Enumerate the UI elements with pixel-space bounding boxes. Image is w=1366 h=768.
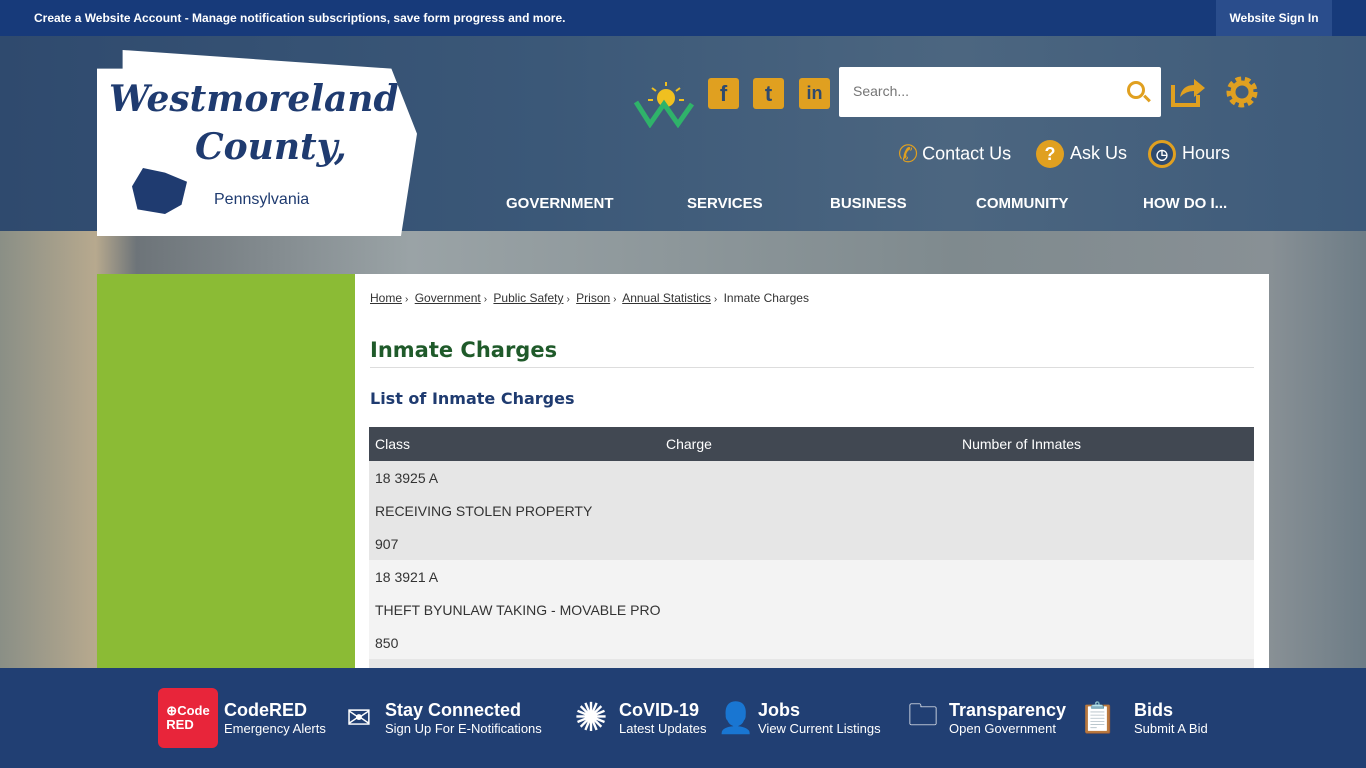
footer-transparency[interactable]: 🗀 Transparency Open Government bbox=[897, 688, 1066, 748]
footer-bar: ⊕Code RED CodeRED Emergency Alerts ✉ Stay … bbox=[0, 668, 1366, 768]
top-bar: Create a Website Account - Manage notifi… bbox=[0, 0, 1366, 36]
header-class: Class bbox=[369, 427, 660, 461]
nav-services[interactable]: SERVICES bbox=[687, 195, 763, 212]
footer-jobs[interactable]: 👤 Jobs View Current Listings bbox=[717, 688, 881, 748]
table-row: THEFT BYUNLAW TAKING - MOVABLE PRO bbox=[369, 593, 1254, 626]
contact-us-link[interactable]: ✆ Contact Us bbox=[898, 140, 1011, 169]
phone-icon: ✆ bbox=[898, 141, 919, 168]
header-number-of-inmates: Number of Inmates bbox=[956, 427, 1254, 461]
footer-title: Transparency bbox=[949, 700, 1067, 720]
cell-class: 18 3921 A bbox=[369, 560, 1254, 593]
county-shape-icon bbox=[132, 168, 187, 214]
cell-count: 907 bbox=[369, 527, 1254, 560]
footer-stay-connected[interactable]: ✉ Stay Connected Sign Up For E-Notificati… bbox=[337, 688, 542, 748]
nav-business[interactable]: BUSINESS bbox=[830, 195, 907, 212]
virus-icon: ✺ bbox=[574, 696, 608, 740]
cell-count: 850 bbox=[369, 626, 1254, 659]
logo-text: Westmoreland bbox=[109, 78, 399, 120]
breadcrumb-government[interactable]: Government bbox=[415, 291, 481, 305]
table-row bbox=[369, 659, 1254, 668]
search-input[interactable] bbox=[853, 83, 1103, 99]
breadcrumb: Home › Government › Public Safety › Prison ›… bbox=[370, 291, 809, 305]
footer-title: Jobs bbox=[758, 700, 801, 720]
twitter-icon[interactable]: t bbox=[753, 78, 784, 109]
footer-subtitle: Open Government bbox=[949, 721, 1056, 736]
footer-subtitle: Latest Updates bbox=[619, 721, 707, 736]
facebook-icon[interactable]: f bbox=[708, 78, 739, 109]
logo-text: Pennsylvania bbox=[214, 191, 310, 208]
clock-icon: ◷ bbox=[1148, 140, 1176, 168]
anniversary-logo-icon[interactable] bbox=[634, 80, 694, 128]
share-icon[interactable] bbox=[1170, 75, 1206, 107]
cell-charge: THEFT BYUNLAW TAKING - MOVABLE PRO bbox=[369, 593, 1254, 626]
breadcrumb-prison[interactable]: Prison bbox=[576, 291, 610, 305]
county-logo[interactable]: Westmoreland County, Pennsylvania bbox=[97, 50, 417, 236]
ask-us-label: Ask Us bbox=[1070, 142, 1128, 163]
clipboard-icon: 📋 bbox=[1079, 701, 1117, 735]
footer-subtitle: Submit A Bid bbox=[1134, 721, 1208, 736]
cell-class: 18 3925 A bbox=[369, 461, 1254, 494]
page-subtitle: List of Inmate Charges bbox=[370, 389, 575, 408]
page-title: Inmate Charges bbox=[370, 338, 1254, 368]
nav-how-do-i[interactable]: HOW DO I... bbox=[1143, 195, 1227, 212]
table-row: 850 bbox=[369, 626, 1254, 659]
gear-icon[interactable] bbox=[1225, 75, 1259, 109]
footer-subtitle: View Current Listings bbox=[758, 721, 881, 736]
footer-bids[interactable]: 📋 Bids Submit A Bid bbox=[1076, 688, 1208, 748]
person-icon: 👤 bbox=[717, 701, 755, 735]
cell-charge: RECEIVING STOLEN PROPERTY bbox=[369, 494, 1254, 527]
footer-covid[interactable]: ✺ CoVID-19 Latest Updates bbox=[563, 688, 706, 748]
create-account-link[interactable]: Create a Website Account - Manage notifi… bbox=[34, 11, 565, 25]
nav-government[interactable]: GOVERNMENT bbox=[506, 195, 614, 212]
table-row: 907 bbox=[369, 527, 1254, 560]
footer-subtitle: Sign Up For E-Notifications bbox=[385, 721, 542, 736]
hours-label: Hours bbox=[1182, 142, 1231, 163]
header-charge: Charge bbox=[660, 427, 956, 461]
footer-title: Stay Connected bbox=[385, 700, 522, 720]
breadcrumb-annual-statistics[interactable]: Annual Statistics bbox=[622, 291, 711, 305]
breadcrumb-home[interactable]: Home bbox=[370, 291, 402, 305]
footer-subtitle: Emergency Alerts bbox=[224, 721, 326, 736]
table-row: RECEIVING STOLEN PROPERTY bbox=[369, 494, 1254, 527]
inmate-charges-table: Class Charge Number of Inmates 18 3925 A… bbox=[369, 427, 1254, 668]
codered-icon: ⊕Code RED bbox=[158, 688, 218, 748]
table-row: 18 3921 A bbox=[369, 560, 1254, 593]
question-icon: ? bbox=[1036, 140, 1064, 168]
search-icon[interactable] bbox=[1127, 81, 1145, 99]
table-header: Class Charge Number of Inmates bbox=[369, 427, 1254, 461]
sidebar bbox=[97, 274, 355, 668]
footer-title: CodeRED bbox=[224, 700, 308, 720]
breadcrumb-public-safety[interactable]: Public Safety bbox=[493, 291, 563, 305]
search-box bbox=[839, 67, 1161, 117]
linkedin-icon[interactable]: in bbox=[799, 78, 830, 109]
main-content: Home › Government › Public Safety › Prison ›… bbox=[355, 274, 1269, 668]
contact-us-label: Contact Us bbox=[922, 143, 1012, 164]
envelope-icon: ✉ bbox=[346, 701, 372, 735]
footer-title: Bids bbox=[1134, 700, 1174, 720]
hours-link[interactable]: ◷ Hours bbox=[1148, 140, 1230, 168]
ask-us-link[interactable]: ? Ask Us bbox=[1036, 140, 1127, 168]
website-sign-in-button[interactable]: Website Sign In bbox=[1216, 0, 1332, 36]
footer-codered[interactable]: ⊕Code RED CodeRED Emergency Alerts bbox=[158, 688, 326, 748]
footer-title: CoVID-19 bbox=[619, 700, 700, 720]
nav-community[interactable]: COMMUNITY bbox=[976, 195, 1069, 212]
breadcrumb-current: Inmate Charges bbox=[723, 291, 809, 305]
logo-text: County, bbox=[195, 126, 347, 168]
table-row: 18 3925 A bbox=[369, 461, 1254, 494]
folder-search-icon: 🗀 bbox=[908, 698, 938, 732]
